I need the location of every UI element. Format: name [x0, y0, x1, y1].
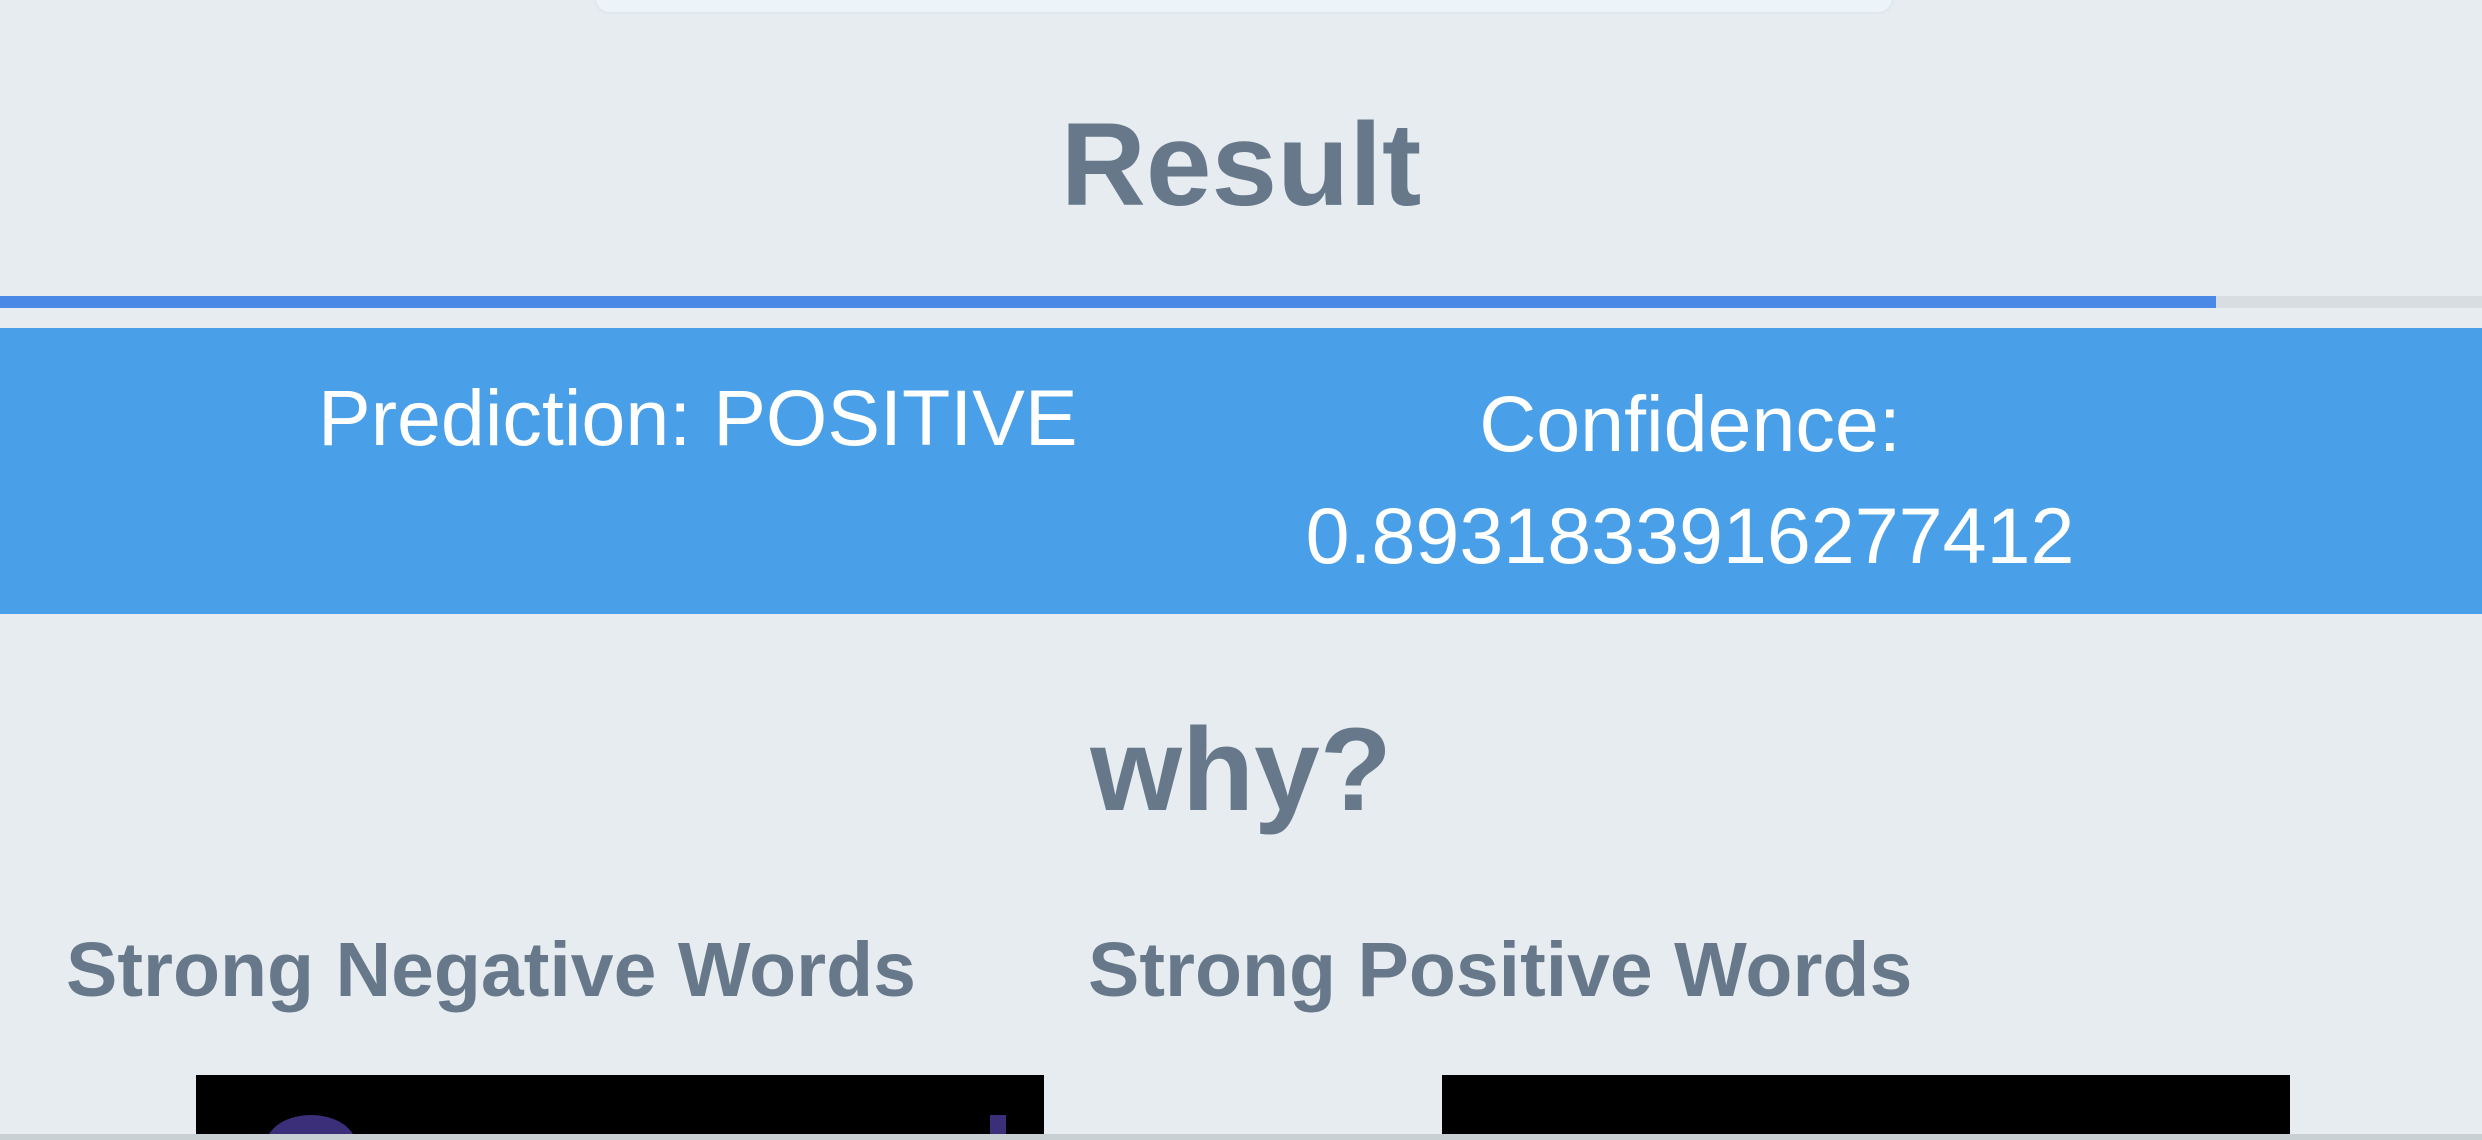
negative-wordcloud-image — [196, 1075, 1044, 1140]
result-title: Result — [1060, 99, 1422, 231]
why-title: why? — [1090, 704, 1392, 836]
prediction-banner: Prediction: POSITIVE Confidence: 0.89318… — [0, 328, 2482, 614]
confidence-progress-bar — [0, 296, 2482, 308]
confidence-progress-fill — [0, 296, 2217, 308]
window-bottom-edge — [0, 1134, 2482, 1140]
page: Result Prediction: POSITIVE Confidence: … — [0, 0, 2482, 1140]
positive-wordcloud-image — [1442, 1075, 2290, 1140]
confidence-value: 0.8931833916277412 — [1305, 491, 2075, 580]
positive-words-heading: Strong Positive Words — [1088, 927, 1913, 1013]
confidence-block: Confidence: 0.8931833916277412 — [1240, 368, 2140, 592]
confidence-label: Confidence: — [1479, 379, 1901, 468]
prediction-label: Prediction: POSITIVE — [318, 373, 1078, 462]
negative-words-heading: Strong Negative Words — [66, 927, 916, 1013]
input-card-bottom-edge — [594, 0, 1894, 14]
